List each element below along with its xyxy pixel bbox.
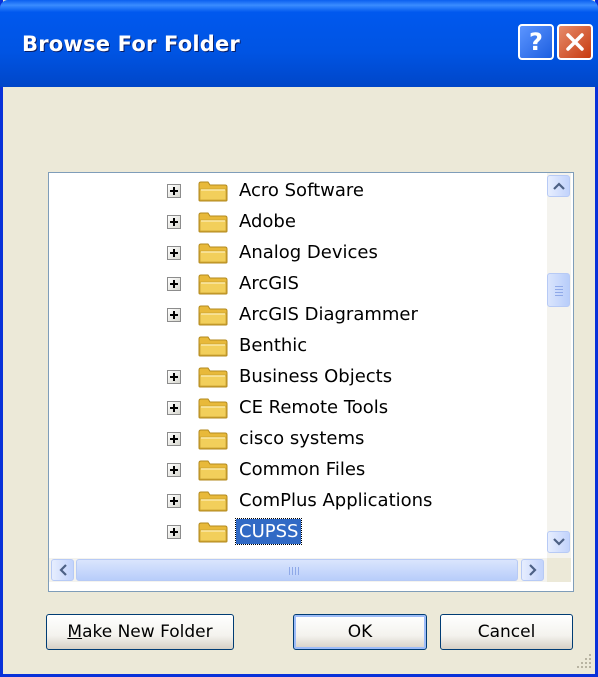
tree-item[interactable]: Business Objects [49, 363, 549, 394]
tree-item[interactable]: CUPSS [49, 518, 549, 549]
tree-item[interactable]: cisco systems [49, 425, 549, 456]
tree-item-label: CUPSS [234, 518, 303, 545]
help-icon: ? [529, 28, 543, 56]
cancel-label: Cancel [477, 622, 536, 642]
chevron-up-icon [552, 182, 565, 190]
folder-icon [198, 336, 228, 357]
tree-item-label: Analog Devices [239, 242, 378, 263]
expand-plus-icon[interactable] [167, 401, 181, 415]
horizontal-scroll-thumb[interactable] [76, 559, 518, 581]
scroll-left-button[interactable] [51, 559, 74, 581]
resize-grip[interactable] [575, 652, 595, 672]
horizontal-scrollbar[interactable] [49, 558, 547, 582]
window-title: Browse For Folder [22, 32, 240, 56]
expand-plus-icon[interactable] [167, 494, 181, 508]
make-new-folder-label: Make New Folder [67, 622, 213, 642]
folder-icon [198, 460, 228, 481]
cancel-button[interactable]: Cancel [440, 614, 573, 650]
chevron-right-icon [528, 564, 537, 576]
folder-icon [198, 274, 228, 295]
ok-label: OK [347, 622, 373, 642]
scroll-down-button[interactable] [547, 531, 570, 553]
tree-item[interactable]: Common Files [49, 456, 549, 487]
tree-item[interactable]: CE Remote Tools [49, 394, 549, 425]
tree-item-label: CE Remote Tools [239, 397, 389, 418]
expand-plus-icon[interactable] [167, 432, 181, 446]
close-button[interactable] [557, 24, 593, 60]
title-bar[interactable]: Browse For Folder ? [0, 0, 598, 87]
tree-item-label: Acro Software [239, 180, 364, 201]
folder-icon [198, 181, 228, 202]
scroll-right-button[interactable] [521, 559, 544, 581]
tree-item-label: ArcGIS Diagrammer [239, 304, 418, 325]
expand-plus-icon[interactable] [167, 277, 181, 291]
tree-item[interactable]: Benthic [49, 332, 549, 363]
ok-button[interactable]: OK [293, 614, 427, 650]
close-x-icon [566, 33, 584, 51]
folder-icon [198, 522, 228, 543]
tree-item[interactable]: Adobe [49, 208, 549, 239]
browse-for-folder-dialog: Browse For Folder ? Acro Software Adobe An… [0, 0, 598, 677]
expand-plus-icon[interactable] [167, 463, 181, 477]
make-new-folder-button[interactable]: Make New Folder [46, 614, 234, 650]
folder-icon [198, 398, 228, 419]
expand-plus-icon[interactable] [167, 370, 181, 384]
tree-item-label: Adobe [239, 211, 296, 232]
help-button[interactable]: ? [518, 24, 554, 60]
expand-plus-icon[interactable] [167, 215, 181, 229]
tree-item-label: Benthic [239, 335, 308, 356]
vertical-scrollbar[interactable] [547, 173, 571, 558]
folder-icon [198, 305, 228, 326]
tree-item[interactable]: ComPlus Applications [49, 487, 549, 518]
chevron-down-icon [552, 538, 565, 546]
tree-item[interactable]: ArcGIS [49, 270, 549, 301]
folder-icon [198, 243, 228, 264]
folder-tree-view[interactable]: Acro Software Adobe Analog Devices ArcGIS Ar… [48, 172, 574, 592]
tree-item[interactable]: Analog Devices [49, 239, 549, 270]
tree-item[interactable]: ArcGIS Diagrammer [49, 301, 549, 332]
expand-plus-icon[interactable] [167, 308, 181, 322]
chevron-left-icon [58, 564, 67, 576]
scrollbar-corner [547, 558, 571, 582]
tree-item-label: ComPlus Applications [239, 490, 433, 511]
expand-plus-icon[interactable] [167, 525, 181, 539]
expand-plus-icon[interactable] [167, 184, 181, 198]
tree-item-label: Business Objects [239, 366, 393, 387]
expand-plus-icon[interactable] [167, 246, 181, 260]
folder-icon [198, 212, 228, 233]
tree-item-label: cisco systems [239, 428, 365, 449]
vertical-scroll-thumb[interactable] [547, 273, 570, 307]
folder-icon [198, 367, 228, 388]
tree-item-label: ArcGIS [239, 273, 299, 294]
folder-icon [198, 429, 228, 450]
scroll-up-button[interactable] [547, 175, 570, 197]
tree-item[interactable]: Acro Software [49, 177, 549, 208]
folder-icon [198, 491, 228, 512]
tree-item-label: Common Files [239, 459, 366, 480]
